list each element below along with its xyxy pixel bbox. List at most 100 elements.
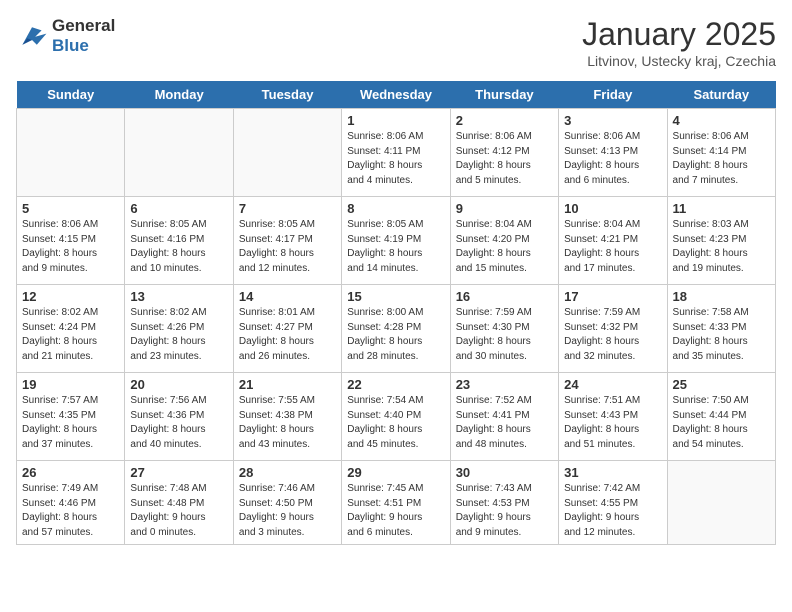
day-number: 8 [347,201,444,216]
calendar-cell [125,109,233,197]
day-number: 26 [22,465,119,480]
logo-text: General Blue [52,16,115,57]
calendar-cell: 2 Sunrise: 8:06 AM Sunset: 4:12 PM Daylig… [450,109,558,197]
calendar-cell: 6 Sunrise: 8:05 AM Sunset: 4:16 PM Daylig… [125,197,233,285]
day-number: 28 [239,465,336,480]
day-number: 13 [130,289,227,304]
day-number: 24 [564,377,661,392]
calendar-cell: 8 Sunrise: 8:05 AM Sunset: 4:19 PM Daylig… [342,197,450,285]
day-info: Sunrise: 8:05 AM Sunset: 4:16 PM Dayligh… [130,218,227,276]
day-info: Sunrise: 8:01 AM Sunset: 4:27 PM Dayligh… [239,306,336,364]
calendar-cell: 7Sunrise: 8:05 AM Sunset: 4:17 PM Daylig… [233,197,341,285]
day-info: Sunrise: 8:03 AM Sunset: 4:23 PM Dayligh… [673,218,770,276]
calendar-week-4: 19 Sunrise: 7:57 AM Sunset: 4:35 PM Dayli… [17,373,776,461]
day-info: Sunrise: 8:04 AM Sunset: 4:21 PM Dayligh… [564,218,661,276]
calendar-cell: 25 Sunrise: 7:50 AM Sunset: 4:44 PM Dayli… [667,373,775,461]
day-number: 15 [347,289,444,304]
calendar-cell: 31 Sunrise: 7:42 AM Sunset: 4:55 PM Dayli… [559,461,667,545]
day-info: Sunrise: 8:02 AM Sunset: 4:24 PM Dayligh… [22,306,119,364]
calendar-cell: 24Sunrise: 7:51 AM Sunset: 4:43 PM Dayli… [559,373,667,461]
calendar-cell: 3 Sunrise: 8:06 AM Sunset: 4:13 PM Daylig… [559,109,667,197]
calendar-cell [667,461,775,545]
calendar-cell [233,109,341,197]
day-info: Sunrise: 8:05 AM Sunset: 4:17 PM Dayligh… [239,218,336,276]
calendar-cell: 14 Sunrise: 8:01 AM Sunset: 4:27 PM Dayli… [233,285,341,373]
calendar-subtitle: Litvinov, Ustecky kraj, Czechia [582,53,776,69]
day-number: 20 [130,377,227,392]
calendar-cell: 18 Sunrise: 7:58 AM Sunset: 4:33 PM Dayli… [667,285,775,373]
day-info: Sunrise: 7:50 AM Sunset: 4:44 PM Dayligh… [673,394,770,452]
day-info: Sunrise: 7:42 AM Sunset: 4:55 PM Dayligh… [564,482,661,540]
title-block: January 2025 Litvinov, Ustecky kraj, Cze… [582,16,776,69]
day-info: Sunrise: 8:00 AM Sunset: 4:28 PM Dayligh… [347,306,444,364]
day-number: 18 [673,289,770,304]
weekday-header-wednesday: Wednesday [342,81,450,109]
calendar-cell: 11 Sunrise: 8:03 AM Sunset: 4:23 PM Dayli… [667,197,775,285]
calendar-week-5: 26 Sunrise: 7:49 AM Sunset: 4:46 PM Dayli… [17,461,776,545]
day-info: Sunrise: 8:06 AM Sunset: 4:14 PM Dayligh… [673,130,770,188]
day-info: Sunrise: 8:06 AM Sunset: 4:12 PM Dayligh… [456,130,553,188]
calendar-cell: 5 Sunrise: 8:06 AM Sunset: 4:15 PM Daylig… [17,197,125,285]
weekday-header-row: SundayMondayTuesdayWednesdayThursdayFrid… [17,81,776,109]
weekday-header-tuesday: Tuesday [233,81,341,109]
day-info: Sunrise: 7:55 AM Sunset: 4:38 PM Dayligh… [239,394,336,452]
calendar-cell: 23 Sunrise: 7:52 AM Sunset: 4:41 PM Dayli… [450,373,558,461]
weekday-header-saturday: Saturday [667,81,775,109]
calendar-cell: 20Sunrise: 7:56 AM Sunset: 4:36 PM Dayli… [125,373,233,461]
day-info: Sunrise: 8:02 AM Sunset: 4:26 PM Dayligh… [130,306,227,364]
calendar-cell: 13 Sunrise: 8:02 AM Sunset: 4:26 PM Dayli… [125,285,233,373]
calendar-cell: 27Sunrise: 7:48 AM Sunset: 4:48 PM Dayli… [125,461,233,545]
weekday-header-sunday: Sunday [17,81,125,109]
day-number: 2 [456,113,553,128]
weekday-header-friday: Friday [559,81,667,109]
day-number: 31 [564,465,661,480]
calendar-title: January 2025 [582,16,776,53]
day-info: Sunrise: 7:48 AM Sunset: 4:48 PM Dayligh… [130,482,227,540]
day-info: Sunrise: 7:59 AM Sunset: 4:30 PM Dayligh… [456,306,553,364]
calendar-cell: 16 Sunrise: 7:59 AM Sunset: 4:30 PM Dayli… [450,285,558,373]
weekday-header-thursday: Thursday [450,81,558,109]
day-info: Sunrise: 8:06 AM Sunset: 4:13 PM Dayligh… [564,130,661,188]
day-number: 12 [22,289,119,304]
day-number: 16 [456,289,553,304]
day-number: 6 [130,201,227,216]
day-number: 4 [673,113,770,128]
day-number: 10 [564,201,661,216]
day-number: 14 [239,289,336,304]
calendar-cell: 26 Sunrise: 7:49 AM Sunset: 4:46 PM Dayli… [17,461,125,545]
calendar-cell: 29Sunrise: 7:45 AM Sunset: 4:51 PM Dayli… [342,461,450,545]
day-info: Sunrise: 7:54 AM Sunset: 4:40 PM Dayligh… [347,394,444,452]
calendar-cell: 30 Sunrise: 7:43 AM Sunset: 4:53 PM Dayli… [450,461,558,545]
day-number: 5 [22,201,119,216]
day-number: 3 [564,113,661,128]
day-info: Sunrise: 7:57 AM Sunset: 4:35 PM Dayligh… [22,394,119,452]
day-info: Sunrise: 7:43 AM Sunset: 4:53 PM Dayligh… [456,482,553,540]
day-info: Sunrise: 8:04 AM Sunset: 4:20 PM Dayligh… [456,218,553,276]
calendar-week-1: 1Sunrise: 8:06 AM Sunset: 4:11 PM Daylig… [17,109,776,197]
day-info: Sunrise: 8:05 AM Sunset: 4:19 PM Dayligh… [347,218,444,276]
day-info: Sunrise: 7:52 AM Sunset: 4:41 PM Dayligh… [456,394,553,452]
calendar-table: SundayMondayTuesdayWednesdayThursdayFrid… [16,81,776,545]
day-number: 19 [22,377,119,392]
day-number: 23 [456,377,553,392]
calendar-cell: 19 Sunrise: 7:57 AM Sunset: 4:35 PM Dayli… [17,373,125,461]
day-info: Sunrise: 7:59 AM Sunset: 4:32 PM Dayligh… [564,306,661,364]
day-number: 17 [564,289,661,304]
day-number: 21 [239,377,336,392]
day-info: Sunrise: 7:58 AM Sunset: 4:33 PM Dayligh… [673,306,770,364]
calendar-cell: 1Sunrise: 8:06 AM Sunset: 4:11 PM Daylig… [342,109,450,197]
day-number: 9 [456,201,553,216]
calendar-week-3: 12 Sunrise: 8:02 AM Sunset: 4:24 PM Dayli… [17,285,776,373]
day-info: Sunrise: 8:06 AM Sunset: 4:15 PM Dayligh… [22,218,119,276]
calendar-week-2: 5 Sunrise: 8:06 AM Sunset: 4:15 PM Daylig… [17,197,776,285]
logo-icon [16,22,48,50]
day-number: 11 [673,201,770,216]
day-number: 22 [347,377,444,392]
calendar-cell: 28Sunrise: 7:46 AM Sunset: 4:50 PM Dayli… [233,461,341,545]
calendar-cell: 4 Sunrise: 8:06 AM Sunset: 4:14 PM Daylig… [667,109,775,197]
calendar-cell: 10 Sunrise: 8:04 AM Sunset: 4:21 PM Dayli… [559,197,667,285]
day-number: 25 [673,377,770,392]
day-number: 30 [456,465,553,480]
day-info: Sunrise: 7:49 AM Sunset: 4:46 PM Dayligh… [22,482,119,540]
calendar-cell: 9 Sunrise: 8:04 AM Sunset: 4:20 PM Daylig… [450,197,558,285]
